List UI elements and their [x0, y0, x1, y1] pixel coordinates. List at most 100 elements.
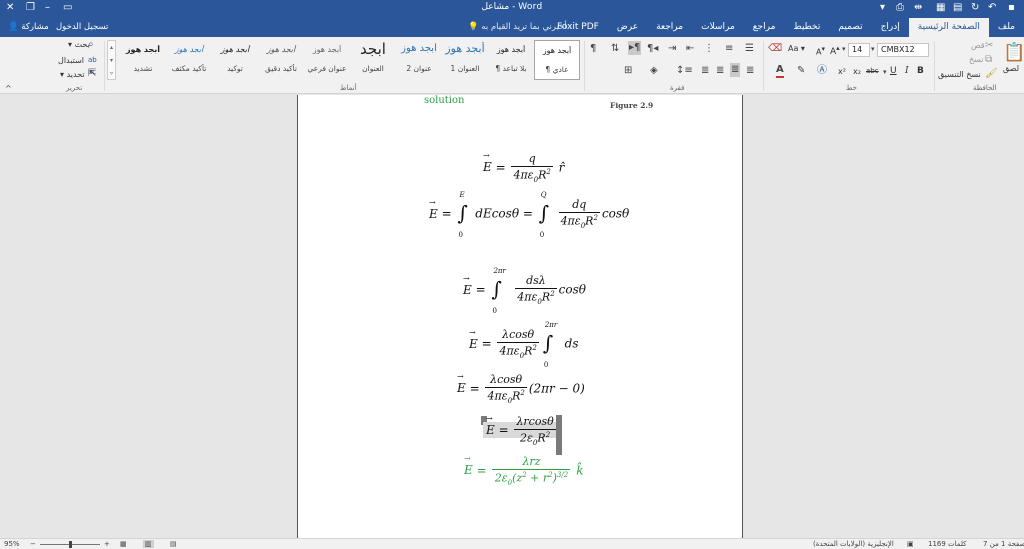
redo-icon[interactable]: ↻ [971, 1, 979, 15]
read-mode-icon[interactable]: ▤ [170, 540, 177, 548]
tab-file[interactable]: ملف [989, 18, 1024, 37]
equation-1[interactable]: E = q4πε0R2 r̂ [483, 151, 564, 183]
equation-4[interactable]: E = λcosθ4πε0R22πr∫0 ds [469, 321, 578, 369]
tab-home[interactable]: الصفحة الرئيسية [908, 18, 989, 37]
tab-design[interactable]: تصميم [829, 18, 871, 37]
change-case-button[interactable]: Aa ▾ [788, 44, 805, 53]
italic-button[interactable]: I [905, 66, 909, 76]
style-strong[interactable]: أبجد هوز تشديد [120, 40, 166, 80]
figure-caption: Figure 2.9 [610, 101, 654, 110]
zoom-level[interactable]: 95% [4, 540, 20, 548]
align-left-icon[interactable]: ≣ [716, 65, 724, 77]
ltr-icon[interactable]: ▸¶ [628, 41, 642, 55]
font-name-dropdown-icon[interactable]: ▾ [871, 43, 875, 55]
font-color-icon[interactable]: A [776, 64, 784, 78]
print-layout-icon[interactable]: ▥ [143, 540, 154, 548]
tab-insert[interactable]: إدراج [872, 18, 909, 37]
qat-layout-icon[interactable]: ⇹ [914, 1, 922, 15]
style-heading-2[interactable]: أبجد هوز عنوان 2 [396, 40, 442, 80]
strikethrough-button[interactable]: abc [866, 67, 879, 75]
equation-handle-right[interactable] [556, 415, 562, 455]
bold-button[interactable]: B [917, 66, 924, 76]
paste-icon[interactable]: 📋 [1003, 43, 1024, 63]
tab-layout[interactable]: تخطيط [784, 18, 829, 37]
show-marks-icon[interactable]: ¶ [590, 43, 596, 55]
subscript-button[interactable]: x₂ [853, 67, 861, 76]
style-subtitle[interactable]: أبجد هوز عنوان فرعي [304, 40, 350, 80]
cut-button[interactable]: قص [971, 41, 985, 50]
share-button[interactable]: 👤 مشاركة [8, 18, 49, 37]
styles-gallery-scroll[interactable]: ▴ ▾ ▿ [107, 40, 116, 80]
font-size-combo[interactable]: 14 [848, 43, 870, 57]
equation-5[interactable]: E = λcosθ4πε0R2(2πr − 0) [457, 372, 585, 404]
highlight-icon[interactable]: ✎ [797, 65, 805, 77]
numbering-icon[interactable]: ≡ [725, 43, 733, 55]
borders-icon[interactable]: ⊞ [624, 65, 632, 77]
grow-font-button[interactable]: A▴ [830, 44, 840, 57]
select-button[interactable]: ▾ تحديد [60, 70, 85, 79]
decrease-indent-icon[interactable]: ⇤ [686, 43, 694, 55]
equation-3[interactable]: E = 2πr∫0 dsλ4πε0R2cosθ [463, 267, 586, 315]
sign-in-link[interactable]: تسجيل الدخول [56, 18, 108, 37]
format-painter-button[interactable]: نسخ التنسيق [938, 70, 981, 79]
style-heading-1[interactable]: أبجد هوز العنوان 1 [442, 40, 488, 80]
zoom-in-icon[interactable]: + [104, 540, 110, 548]
tell-me-box[interactable]: 💡 أخبرني بما تريد القيام به... [468, 18, 575, 37]
zoom-slider-thumb[interactable] [69, 541, 72, 548]
tab-references[interactable]: مراجع [744, 18, 785, 37]
ribbon-tabs-row: ملف الصفحة الرئيسية إدراج تصميم تخطيط مر… [0, 18, 1024, 37]
tab-view[interactable]: عرض [608, 18, 647, 37]
underline-dropdown-icon[interactable]: ▾ [883, 66, 887, 78]
multilevel-list-icon[interactable]: ⋮ [704, 43, 714, 55]
collapse-ribbon-icon[interactable]: ^ [5, 83, 12, 95]
equation-6-box[interactable]: E = λrcosθ2ε0R2 [483, 414, 561, 447]
paste-label[interactable]: لصق [1003, 64, 1019, 73]
replace-button[interactable]: استبدال [58, 56, 84, 65]
clear-formatting-icon[interactable]: ⌫ [768, 43, 782, 55]
zoom-out-icon[interactable]: − [30, 540, 36, 548]
page-count[interactable]: الصفحة 1 من 7 [983, 540, 1024, 548]
web-layout-icon[interactable]: ▦ [120, 540, 127, 548]
style-intense-emphasis[interactable]: أبجد هوز تأكيد مكثف [166, 40, 212, 80]
style-emphasis[interactable]: أبجد هوز توكيد [212, 40, 258, 80]
justify-icon[interactable]: ≣ [701, 65, 709, 77]
superscript-button[interactable]: x² [838, 67, 846, 76]
document-page[interactable]: solution Figure 2.9 E = q4πε0R2 r̂ E = E… [297, 95, 743, 538]
word-count[interactable]: 1169 كلمات [928, 540, 966, 548]
line-spacing-icon[interactable]: ↕≡ [676, 65, 693, 77]
increase-indent-icon[interactable]: ⇥ [668, 43, 676, 55]
qat-table-icon[interactable]: ▦ [936, 1, 945, 15]
style-title[interactable]: ابجد العنوان [350, 40, 396, 80]
bullets-icon[interactable]: ☰ [745, 43, 754, 55]
font-size-dropdown-icon[interactable]: ▾ [842, 43, 846, 55]
qat-grid-icon[interactable]: ▤ [953, 1, 962, 15]
ribbon-home: 📋 لصق قص ✂ نسخ ⧉ نسخ التنسيق 🖌 الحافظة C… [0, 37, 1024, 94]
font-name-combo[interactable]: CMBX12 [877, 43, 929, 57]
proofing-icon[interactable]: ▣ [907, 540, 914, 548]
equation-2[interactable]: E = E∫0 dEcosθ = Q∫0 dq4πε0R2cosθ [429, 191, 629, 239]
style-name: العنوان 1 [450, 64, 480, 73]
rtl-icon[interactable]: ¶◂ [647, 43, 658, 55]
tab-mailings[interactable]: مراسلات [692, 18, 744, 37]
style-no-spacing[interactable]: أبجد هوز ¶ بلا تباعد [488, 40, 534, 80]
qat-print-icon[interactable]: ⎙ [896, 1, 904, 15]
align-right-icon[interactable]: ≣ [746, 65, 754, 77]
copy-button[interactable]: نسخ [969, 55, 984, 64]
shrink-font-button[interactable]: A▾ [816, 45, 825, 57]
select-label: تحديد [66, 70, 85, 79]
equation-6[interactable]: E = λrcosθ2ε0R2 [483, 414, 561, 447]
language-indicator[interactable]: الإنجليزية (الولايات المتحدة) [813, 540, 894, 548]
align-center-icon[interactable]: ≣ [730, 63, 741, 77]
undo-icon[interactable]: ↶ [988, 1, 996, 15]
find-button[interactable]: ▾ بحث [68, 40, 90, 49]
qat-more-icon[interactable]: ▾ [880, 1, 885, 15]
text-effects-icon[interactable]: Ⓐ [817, 65, 827, 77]
tab-review[interactable]: مراجعة [647, 18, 692, 37]
sort-icon[interactable]: ⇅ [611, 43, 619, 55]
style-subtle-emphasis[interactable]: أبجد هوز تأكيد دقيق [258, 40, 304, 80]
underline-button[interactable]: U [890, 66, 897, 76]
equation-7[interactable]: E = λrz2ε0(z2 + r2)3/2 k̂ [464, 454, 584, 486]
save-icon[interactable]: ▪ [1008, 1, 1015, 15]
shading-icon[interactable]: ◈ [650, 65, 658, 77]
style-normal[interactable]: أبجد هوز ¶ عادي [534, 40, 580, 80]
